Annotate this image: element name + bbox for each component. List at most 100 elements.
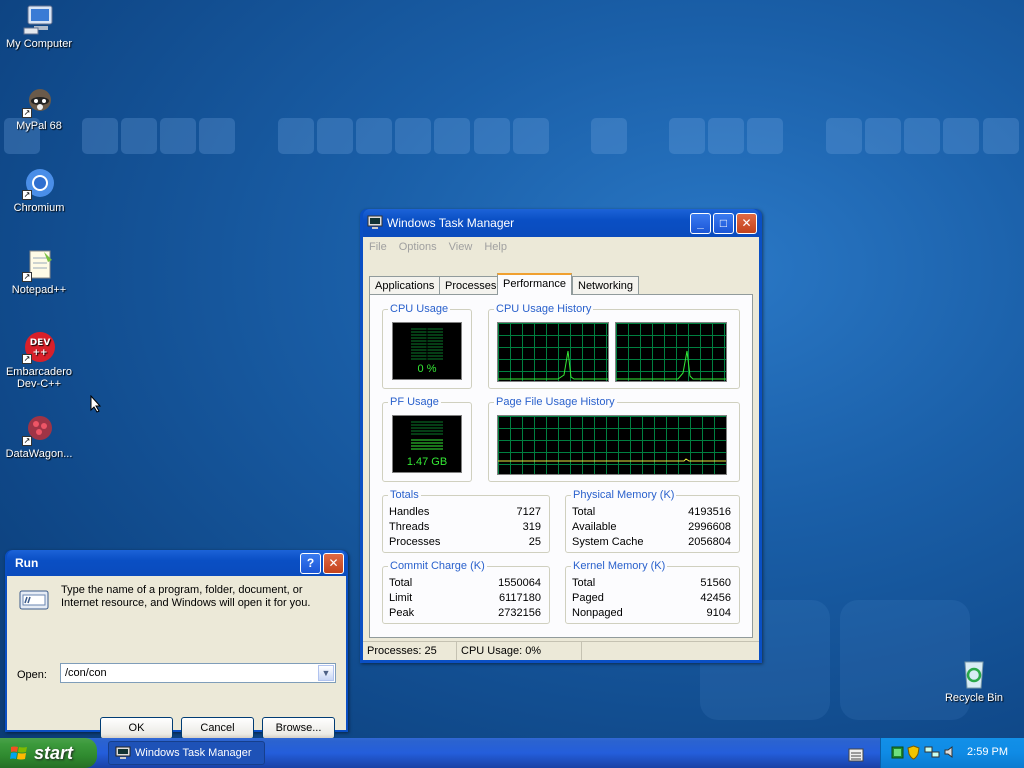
commit-charge-group: Commit Charge (K) Total 1550064 Limit 6117… [382, 560, 550, 624]
run-title: Run [15, 556, 39, 570]
tab-networking[interactable]: Networking [572, 276, 640, 294]
commit-row-total: Total 1550064 [389, 577, 541, 589]
maximize-button[interactable]: □ [713, 212, 734, 234]
desktop-icon-label: MyPal 68 [16, 120, 62, 132]
tray-app-icon[interactable] [891, 746, 904, 762]
pf-usage-label: PF Usage [388, 396, 441, 408]
performance-panel: CPU Usage 0 % CPU Usage History PF Usage… [369, 294, 753, 638]
windows-flag-icon [10, 746, 27, 760]
window-title: Windows Task Manager [387, 216, 515, 230]
desktop-icon-label: Notepad++ [11, 284, 67, 296]
run-description: Type the name of a program, folder, docu… [61, 584, 311, 609]
totals-row-processes: Processes 25 [389, 536, 541, 548]
menu-help[interactable]: Help [484, 241, 507, 253]
cpu-usage-meter: 0 % [392, 322, 462, 380]
physical-memory-label: Physical Memory (K) [571, 489, 677, 501]
cpu-usage-value: 0 % [417, 363, 437, 375]
totals-row-handles: Handles 7127 [389, 506, 541, 518]
open-input[interactable]: /con/con ▼ [60, 663, 336, 683]
security-shield-icon[interactable] [907, 745, 920, 763]
kernel-row-nonpaged: Nonpaged 9104 [572, 607, 731, 619]
notepad-icon: ↗ [22, 248, 56, 282]
chevron-down-icon[interactable]: ▼ [318, 665, 334, 681]
physical-row-available: Available 2996608 [572, 521, 731, 533]
kernel-memory-group: Kernel Memory (K) Total 51560 Paged 42456 … [565, 560, 740, 624]
help-button[interactable]: ? [300, 552, 321, 574]
devcpp-icon: DEV ++ ↗ [22, 330, 56, 364]
kernel-row-paged: Paged 42456 [572, 592, 731, 604]
physical-row-total: Total 4193516 [572, 506, 731, 518]
system-tray: 2:59 PM [880, 738, 1024, 768]
desktop-icon-mypal[interactable]: ↗ MyPal 68 [0, 84, 78, 132]
task-manager-app-icon [367, 214, 383, 233]
close-button[interactable]: ✕ [736, 212, 757, 234]
totals-label: Totals [388, 489, 421, 501]
menu-options[interactable]: Options [399, 241, 437, 253]
cpu-history-graph-core-0 [497, 322, 609, 382]
desktop-icon-notepadpp[interactable]: ↗ Notepad++ [0, 248, 78, 296]
raccoon-icon: ↗ [22, 84, 56, 118]
desktop-icon-chromium[interactable]: ↗ Chromium [0, 166, 78, 214]
svg-text:++: ++ [32, 348, 47, 358]
desktop-icon-label: Recycle Bin [944, 692, 1004, 704]
shortcut-arrow-icon: ↗ [22, 190, 32, 200]
shortcut-arrow-icon: ↗ [22, 108, 32, 118]
physical-row-system-cache: System Cache 2056804 [572, 536, 731, 548]
desktop-icon-devcpp[interactable]: DEV ++ ↗ Embarcadero Dev-C++ [0, 330, 78, 390]
run-dialog: Run ? ✕ Type the name of a program, fold… [5, 550, 348, 739]
cpu-history-graph-core-1 [615, 322, 727, 382]
pf-usage-group: PF Usage 1.47 GB [382, 396, 472, 482]
pf-usage-meter: 1.47 GB [392, 415, 462, 473]
menu-view[interactable]: View [449, 241, 473, 253]
task-manager-window: Windows Task Manager _ □ ✕ File Options … [360, 209, 762, 663]
taskbar: start Windows Task Manager 2:59 PM [0, 738, 1024, 768]
minimize-button[interactable]: _ [690, 212, 711, 234]
taskbar-item-task-manager[interactable]: Windows Task Manager [108, 741, 265, 765]
shortcut-arrow-icon: ↗ [22, 272, 32, 282]
svg-text:DEV: DEV [30, 338, 51, 348]
physical-memory-group: Physical Memory (K) Total 4193516 Availab… [565, 489, 740, 553]
desktop-icon-recycle-bin[interactable]: Recycle Bin [935, 656, 1013, 704]
run-titlebar[interactable]: Run ? ✕ [7, 550, 346, 576]
volume-icon[interactable] [943, 745, 957, 762]
status-bar: Processes: 25 CPU Usage: 0% [363, 641, 759, 660]
kernel-memory-label: Kernel Memory (K) [571, 560, 668, 572]
commit-charge-label: Commit Charge (K) [388, 560, 487, 572]
tab-processes[interactable]: Processes [439, 276, 503, 294]
task-manager-icon [115, 746, 131, 759]
keyboard-language-icon[interactable] [848, 744, 864, 765]
status-processes: Processes: 25 [363, 642, 457, 660]
open-input-value: /con/con [65, 667, 107, 679]
clock[interactable]: 2:59 PM [967, 746, 1008, 758]
cpu-usage-group: CPU Usage 0 % [382, 303, 472, 389]
desktop-icon-label: DataWagon... [5, 448, 73, 460]
ok-button[interactable]: OK [100, 717, 173, 739]
open-label: Open: [17, 669, 47, 681]
cpu-history-group: CPU Usage History [488, 303, 740, 389]
pf-usage-value: 1.47 GB [406, 456, 448, 468]
pf-history-group: Page File Usage History [488, 396, 740, 482]
commit-row-limit: Limit 6117180 [389, 592, 541, 604]
desktop-wallpaper-tiles [0, 118, 1024, 154]
cancel-button[interactable]: Cancel [181, 717, 254, 739]
mouse-cursor-icon [90, 395, 102, 413]
network-icon[interactable] [924, 745, 940, 762]
browse-button[interactable]: Browse... [262, 717, 335, 739]
task-manager-titlebar[interactable]: Windows Task Manager _ □ ✕ [363, 209, 759, 237]
taskbar-item-label: Windows Task Manager [135, 747, 252, 759]
tab-performance[interactable]: Performance [497, 273, 572, 295]
tab-applications[interactable]: Applications [369, 276, 441, 294]
shortcut-arrow-icon: ↗ [22, 436, 32, 446]
run-close-button[interactable]: ✕ [323, 552, 344, 574]
start-button[interactable]: start [0, 738, 97, 768]
desktop-icon-my-computer[interactable]: My Computer [0, 2, 78, 50]
menu-file[interactable]: File [369, 241, 387, 253]
recycle-bin-icon [957, 656, 991, 690]
menu-bar: File Options View Help [363, 237, 759, 256]
datawagon-icon: ↗ [22, 412, 56, 446]
chromium-icon: ↗ [22, 166, 56, 200]
pf-history-label: Page File Usage History [494, 396, 617, 408]
desktop-icon-datawagon[interactable]: ↗ DataWagon... [0, 412, 78, 460]
cpu-usage-label: CPU Usage [388, 303, 451, 315]
desktop-icon-label: Embarcadero Dev-C++ [5, 366, 73, 390]
